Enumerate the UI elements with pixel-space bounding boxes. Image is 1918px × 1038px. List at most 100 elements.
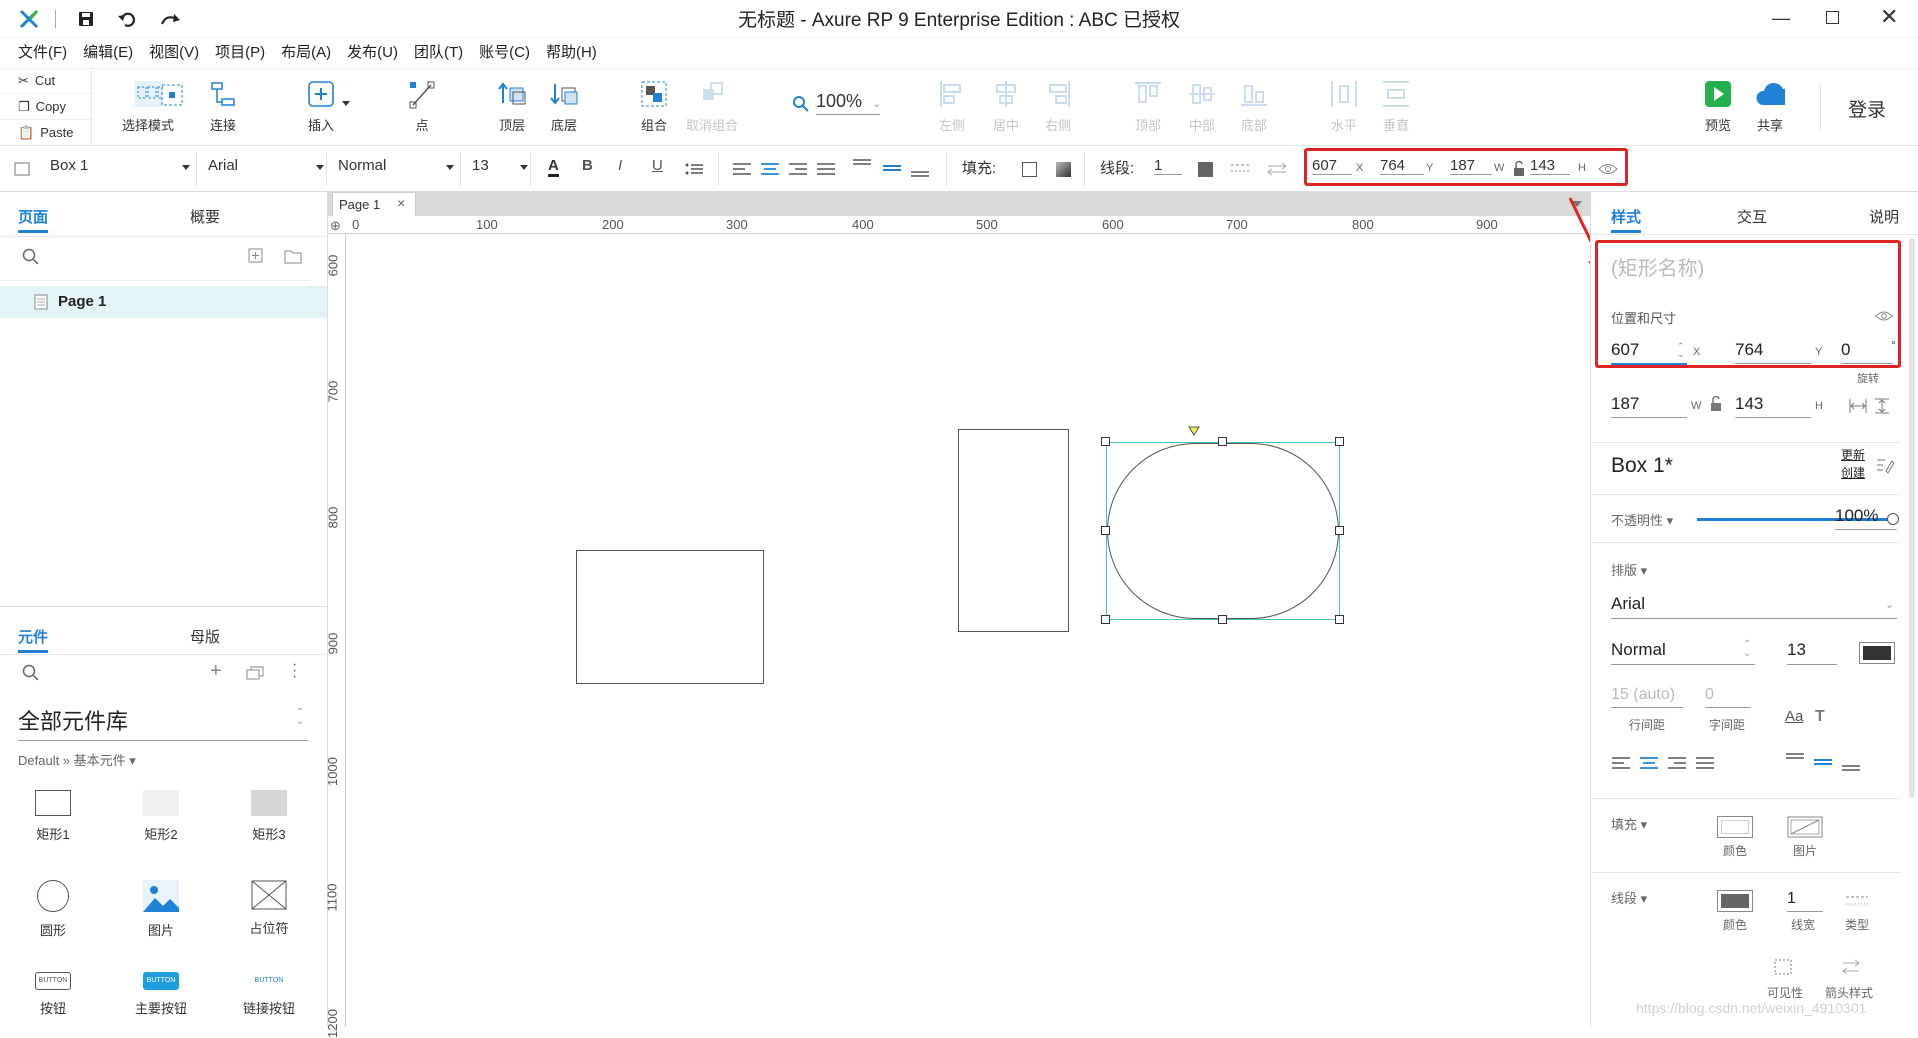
widget-style-select[interactable]: Box 1: [50, 157, 190, 174]
menu-team[interactable]: 团队(T): [406, 40, 471, 66]
fill-image-icon[interactable]: [1787, 816, 1823, 838]
align-middle-button[interactable]: 中部: [1180, 79, 1224, 134]
font-weight-select[interactable]: Normal: [338, 157, 454, 174]
library-breadcrumb[interactable]: Default » 基本元件 ▾: [18, 750, 136, 769]
style-update-create[interactable]: 更新 创建: [1841, 446, 1865, 482]
ruler-origin-icon[interactable]: ⊕: [330, 218, 341, 234]
valign-top-icon[interactable]: [1785, 752, 1805, 772]
group-button[interactable]: 组合: [630, 79, 678, 134]
tab-outline[interactable]: 概要: [190, 206, 220, 227]
stroke-pattern-icon[interactable]: [1230, 162, 1252, 176]
canvas-rectangle-shape[interactable]: [576, 550, 764, 684]
fill-color-swatch[interactable]: [1717, 816, 1753, 838]
component-placeholder[interactable]: 占位符: [234, 880, 304, 937]
library-manage-icon[interactable]: [246, 666, 264, 680]
close-tab-icon[interactable]: ×: [397, 195, 405, 211]
arrow-style-icon[interactable]: [1841, 958, 1861, 976]
bullet-list-icon[interactable]: [684, 162, 704, 176]
canvas-tall-rectangle-shape[interactable]: [958, 429, 1069, 632]
align-top-button[interactable]: 顶部: [1126, 79, 1170, 134]
fit-height-icon[interactable]: [1873, 398, 1891, 414]
tab-style[interactable]: 样式: [1611, 206, 1641, 227]
typography-font-select[interactable]: Arial: [1611, 594, 1897, 619]
library-select[interactable]: 全部元件库: [18, 704, 308, 741]
component-circle[interactable]: 圆形: [18, 880, 88, 939]
align-left-button[interactable]: 左侧: [930, 79, 974, 134]
text-align-center-icon[interactable]: [1639, 756, 1659, 770]
valign-bottom-icon[interactable]: [1841, 752, 1861, 772]
menu-account[interactable]: 账号(C): [471, 40, 538, 66]
menu-help[interactable]: 帮助(H): [538, 40, 605, 66]
opacity-field[interactable]: 100%: [1835, 506, 1897, 530]
resize-handle-ne[interactable]: [1335, 437, 1344, 446]
add-library-icon[interactable]: +: [210, 660, 222, 683]
component-image[interactable]: 图片: [126, 880, 196, 939]
component-primary-button[interactable]: BUTTON 主要按钮: [126, 972, 196, 1017]
font-family-select[interactable]: Arial: [208, 157, 324, 174]
align-center-button[interactable]: 居中: [984, 79, 1028, 134]
font-color-icon[interactable]: A: [548, 157, 559, 177]
underline-icon[interactable]: U: [652, 157, 663, 174]
widgets-search-icon[interactable]: [22, 664, 40, 682]
stroke-width-field[interactable]: 1: [1787, 890, 1823, 912]
text-align-center-icon[interactable]: [760, 162, 780, 176]
text-justify-icon[interactable]: [1695, 756, 1715, 770]
visibility-icon[interactable]: [1773, 958, 1793, 976]
fill-shadow-swatch[interactable]: [1056, 162, 1071, 177]
crop-select-icon[interactable]: [158, 81, 186, 109]
letter-spacing-field[interactable]: 0: [1705, 686, 1751, 708]
size-h-field[interactable]: 143: [1735, 394, 1811, 418]
aspect-lock-icon[interactable]: [1709, 396, 1723, 412]
valign-bottom-icon[interactable]: [910, 158, 930, 178]
resize-handle-sw[interactable]: [1101, 615, 1110, 624]
resize-handle-e[interactable]: [1335, 526, 1344, 535]
distribute-horizontal-button[interactable]: 水平: [1322, 79, 1366, 134]
font-color-swatch[interactable]: [1859, 642, 1895, 664]
point-button[interactable]: 点: [400, 79, 444, 134]
text-align-left-icon[interactable]: [732, 162, 752, 176]
cut-button[interactable]: ✂ Cut: [0, 68, 91, 94]
text-case-icon[interactable]: Aa: [1785, 708, 1803, 725]
text-align-left-icon[interactable]: [1611, 756, 1631, 770]
corner-radius-handle-icon[interactable]: [1188, 426, 1200, 436]
component-rectangle1[interactable]: 矩形1: [18, 790, 88, 843]
edit-style-icon[interactable]: [1875, 456, 1895, 474]
resize-handle-nw[interactable]: [1101, 437, 1110, 446]
distribute-vertical-button[interactable]: 垂直: [1374, 79, 1418, 134]
resize-handle-se[interactable]: [1335, 615, 1344, 624]
text-shadow-icon[interactable]: T: [1815, 708, 1825, 726]
page-list-item[interactable]: Page 1: [0, 286, 327, 318]
resize-handle-w[interactable]: [1101, 526, 1110, 535]
align-bottom-button[interactable]: 底部: [1232, 79, 1276, 134]
tab-interaction[interactable]: 交互: [1737, 206, 1767, 227]
ungroup-button[interactable]: 取消组合: [680, 79, 744, 134]
align-right-button[interactable]: 右侧: [1036, 79, 1080, 134]
preview-button[interactable]: 预览: [1696, 79, 1740, 134]
bring-to-front-button[interactable]: 顶层: [488, 79, 536, 134]
typography-size-field[interactable]: 13: [1787, 640, 1837, 665]
text-align-right-icon[interactable]: [1667, 756, 1687, 770]
add-folder-icon[interactable]: [284, 248, 302, 264]
stroke-width-field[interactable]: 1: [1154, 157, 1182, 175]
insert-button[interactable]: 插入: [298, 79, 344, 134]
stroke-color-swatch[interactable]: [1717, 890, 1753, 912]
text-justify-icon[interactable]: [816, 162, 836, 176]
minimize-button[interactable]: —: [1772, 8, 1790, 29]
typography-weight-select[interactable]: Normal: [1611, 640, 1755, 665]
stroke-type-icon[interactable]: [1845, 894, 1869, 908]
component-rectangle2[interactable]: 矩形2: [126, 790, 196, 843]
menu-publish[interactable]: 发布(U): [339, 40, 406, 66]
menu-arrange[interactable]: 布局(A): [273, 40, 339, 66]
component-button[interactable]: BUTTON 按钮: [18, 972, 88, 1017]
close-button[interactable]: ✕: [1880, 4, 1898, 30]
tab-masters[interactable]: 母版: [190, 626, 220, 647]
arrow-style-icon[interactable]: [1266, 162, 1288, 176]
pages-search-icon[interactable]: [22, 248, 40, 266]
stroke-color-swatch[interactable]: [1198, 162, 1213, 177]
font-select-chevron-icon[interactable]: ⌄: [1885, 598, 1894, 611]
italic-icon[interactable]: I: [618, 157, 622, 174]
add-page-icon[interactable]: [248, 248, 264, 264]
update-style-link[interactable]: 更新: [1841, 448, 1865, 462]
create-style-link[interactable]: 创建: [1841, 466, 1865, 480]
size-w-field[interactable]: 187: [1611, 394, 1687, 418]
